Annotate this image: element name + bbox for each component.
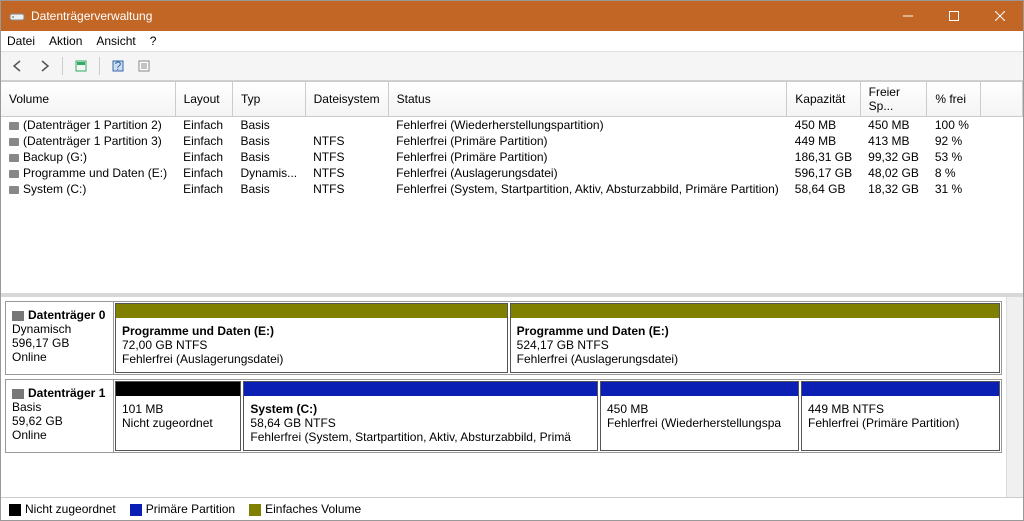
col-capacity[interactable]: Kapazität [787, 82, 860, 117]
volume-list[interactable]: Volume Layout Typ Dateisystem Status Kap… [1, 82, 1023, 297]
disk-info: Datenträger 0Dynamisch596,17 GBOnline [6, 302, 114, 374]
partition-stripe [511, 304, 999, 318]
help-button[interactable]: ? [107, 55, 129, 77]
col-status[interactable]: Status [388, 82, 787, 117]
menu-help[interactable]: ? [150, 34, 157, 48]
col-layout[interactable]: Layout [175, 82, 232, 117]
partition[interactable]: Programme und Daten (E:)72,00 GB NTFSFeh… [115, 303, 508, 373]
partition[interactable]: 449 MB NTFSFehlerfrei (Primäre Partition… [801, 381, 1000, 451]
partition[interactable]: Programme und Daten (E:)524,17 GB NTFSFe… [510, 303, 1000, 373]
partition-stripe [601, 382, 798, 396]
close-button[interactable] [977, 1, 1023, 31]
menu-view[interactable]: Ansicht [96, 34, 135, 48]
col-fs[interactable]: Dateisystem [305, 82, 388, 117]
disk-graphic-pane[interactable]: Datenträger 0Dynamisch596,17 GBOnlinePro… [1, 297, 1006, 497]
partition[interactable]: System (C:)58,64 GB NTFSFehlerfrei (Syst… [243, 381, 598, 451]
maximize-button[interactable] [931, 1, 977, 31]
col-volume[interactable]: Volume [1, 82, 175, 117]
volume-icon [9, 170, 19, 178]
app-icon [9, 8, 25, 24]
disk-info: Datenträger 1Basis59,62 GBOnline [6, 380, 114, 452]
minimize-button[interactable] [885, 1, 931, 31]
col-spacer [980, 82, 1022, 117]
scrollbar[interactable] [1006, 297, 1023, 497]
partition-stripe [116, 304, 507, 318]
legend-unalloc: Nicht zugeordnet [9, 502, 116, 516]
back-button[interactable] [7, 55, 29, 77]
partition-stripe [244, 382, 597, 396]
volume-icon [9, 138, 19, 146]
col-type[interactable]: Typ [232, 82, 305, 117]
menubar: Datei Aktion Ansicht ? [1, 31, 1023, 52]
forward-button[interactable] [33, 55, 55, 77]
toolbar: ? [1, 52, 1023, 81]
table-row[interactable]: (Datenträger 1 Partition 3)EinfachBasisN… [1, 133, 1023, 149]
col-pct[interactable]: % frei [927, 82, 980, 117]
disk-row: Datenträger 1Basis59,62 GBOnline101 MBNi… [5, 379, 1002, 453]
svg-text:?: ? [115, 59, 122, 73]
swatch-primary-icon [130, 504, 142, 516]
disk-icon [12, 311, 24, 321]
swatch-unalloc-icon [9, 504, 21, 516]
window-title: Datenträgerverwaltung [31, 9, 885, 23]
menu-action[interactable]: Aktion [49, 34, 82, 48]
legend-primary: Primäre Partition [130, 502, 235, 516]
partition-stripe [802, 382, 999, 396]
table-row[interactable]: System (C:)EinfachBasisNTFSFehlerfrei (S… [1, 181, 1023, 197]
disk-icon [12, 389, 24, 399]
table-row[interactable]: Programme und Daten (E:)EinfachDynamis..… [1, 165, 1023, 181]
table-row[interactable]: Backup (G:)EinfachBasisNTFSFehlerfrei (P… [1, 149, 1023, 165]
volume-icon [9, 154, 19, 162]
menu-file[interactable]: Datei [7, 34, 35, 48]
toolbar-separator [62, 57, 63, 75]
refresh-button[interactable] [70, 55, 92, 77]
toolbar-separator [99, 57, 100, 75]
disk-row: Datenträger 0Dynamisch596,17 GBOnlinePro… [5, 301, 1002, 375]
col-free[interactable]: Freier Sp... [860, 82, 927, 117]
legend: Nicht zugeordnet Primäre Partition Einfa… [1, 497, 1023, 520]
table-row[interactable]: (Datenträger 1 Partition 2)EinfachBasisF… [1, 117, 1023, 134]
volume-icon [9, 122, 19, 130]
partition[interactable]: 101 MBNicht zugeordnet [115, 381, 241, 451]
properties-button[interactable] [133, 55, 155, 77]
legend-simple: Einfaches Volume [249, 502, 361, 516]
titlebar: Datenträgerverwaltung [1, 1, 1023, 31]
volume-icon [9, 186, 19, 194]
swatch-simple-icon [249, 504, 261, 516]
partition-stripe [116, 382, 240, 396]
volume-table: Volume Layout Typ Dateisystem Status Kap… [1, 82, 1023, 197]
partition[interactable]: 450 MBFehlerfrei (Wiederherstellungspa [600, 381, 799, 451]
